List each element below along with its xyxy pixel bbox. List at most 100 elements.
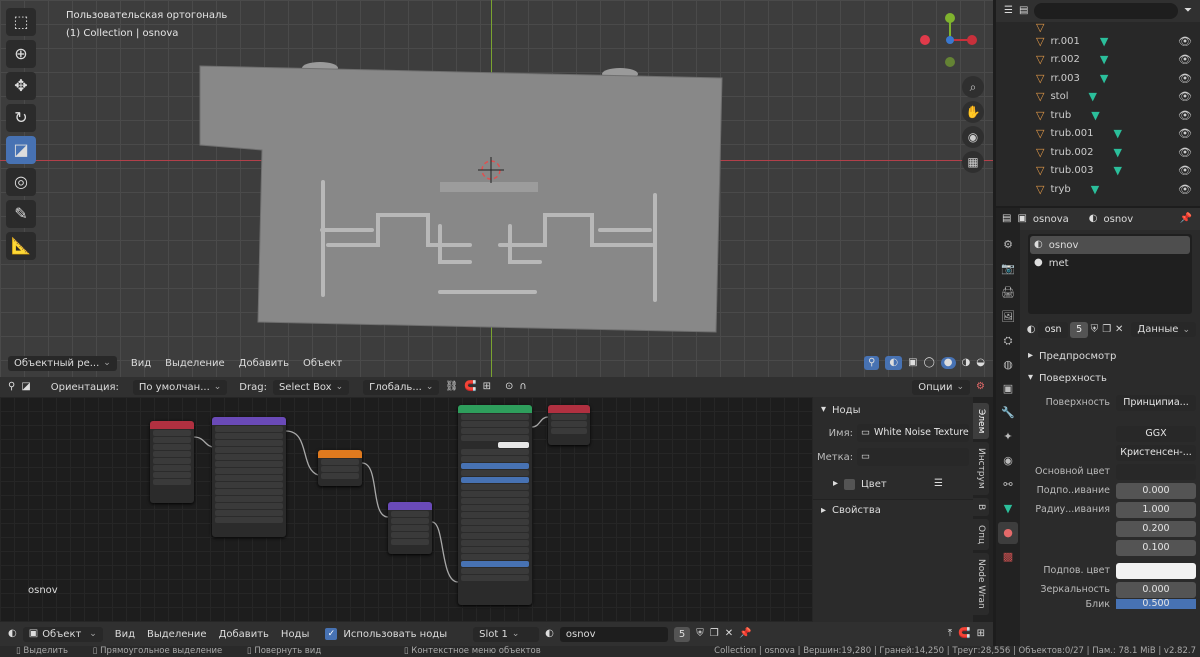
duplicate-icon[interactable]: ❐ xyxy=(710,629,719,639)
surface-shader-field[interactable]: Принципиа... xyxy=(1116,394,1196,411)
xray-icon[interactable]: ▣ xyxy=(908,358,917,368)
orientation-dropdown[interactable]: По умолчан... xyxy=(132,379,228,395)
radius-z-field[interactable]: 0.100 xyxy=(1116,539,1196,556)
preview-section[interactable]: ▸ Предпросмотр xyxy=(1020,345,1200,367)
tab-view[interactable]: В xyxy=(973,498,989,517)
specular-field[interactable]: 0.000 xyxy=(1116,581,1196,598)
options-dropdown[interactable]: Опции xyxy=(912,379,971,395)
tool-settings-icon[interactable]: ⚲ xyxy=(8,382,15,392)
filter-icon[interactable]: ▤ xyxy=(1019,6,1028,16)
mesh-object[interactable] xyxy=(0,0,993,377)
browse-material-icon[interactable]: ◐ xyxy=(545,629,554,639)
menu-select[interactable]: Выделение xyxy=(165,358,225,369)
parent-node-icon[interactable]: ⤒ xyxy=(948,629,952,639)
eye-icon[interactable]: 👁 xyxy=(1178,164,1192,177)
outliner-item[interactable]: ▽ tryb ▼ 👁 xyxy=(996,180,1200,199)
node-principled-bsdf[interactable] xyxy=(458,405,532,605)
subsurface-color-swatch[interactable] xyxy=(1116,562,1196,579)
transform-icon[interactable]: ◎ xyxy=(6,168,36,196)
nodes-panel-header[interactable]: ▾ Ноды xyxy=(813,399,973,421)
last-field[interactable]: 0.500 xyxy=(1116,599,1196,609)
outliner-item[interactable]: ▽ rr.001 ▼ 👁 xyxy=(996,32,1200,51)
pin-icon[interactable]: 📌 xyxy=(739,629,751,639)
snap-magnet-icon[interactable]: 🧲 xyxy=(464,382,476,392)
outliner-item[interactable]: ▽ stol ▼ 👁 xyxy=(996,88,1200,107)
hand-icon[interactable]: ✋ xyxy=(962,101,984,123)
outliner-item[interactable]: ▽ trub ▼ 👁 xyxy=(996,106,1200,125)
wireframe-shading-icon[interactable]: ◯ xyxy=(924,358,935,368)
radius-x-field[interactable]: 1.000 xyxy=(1116,501,1196,518)
measure-icon[interactable]: 📐 xyxy=(6,232,36,260)
shader-type-dropdown[interactable]: ▣ Объект xyxy=(22,626,103,642)
move-icon[interactable]: ✥ xyxy=(6,72,36,100)
mode-dropdown[interactable]: Объектный ре... xyxy=(8,355,117,371)
material-slot-list[interactable]: ◐ osnov ● met xyxy=(1028,234,1192,314)
overlay-icon[interactable]: ◐ xyxy=(885,356,903,370)
rendered-shading-icon[interactable]: ◒ xyxy=(976,358,985,368)
users-count[interactable]: 5 xyxy=(1070,321,1089,338)
slot-dropdown[interactable]: Slot 1 xyxy=(473,626,540,642)
object-tab-icon[interactable]: ▣ xyxy=(998,378,1018,400)
material-slot[interactable]: ● met xyxy=(1030,254,1190,272)
tab-tool[interactable]: Инструм xyxy=(973,442,989,496)
texture-tab-icon[interactable]: ▩ xyxy=(998,546,1018,568)
falloff-icon[interactable]: ∩ xyxy=(519,382,526,392)
node-material-output[interactable] xyxy=(548,405,590,445)
material-shading-icon[interactable]: ◑ xyxy=(962,358,971,368)
node-editor[interactable]: osnov xyxy=(0,397,813,622)
eye-icon[interactable]: 👁 xyxy=(1178,35,1192,48)
material-users[interactable]: 5 xyxy=(673,626,691,642)
camera-icon[interactable]: ◉ xyxy=(962,126,984,148)
browse-material-icon[interactable]: ◐ xyxy=(1024,324,1038,335)
snap-target-icon[interactable]: ⊞ xyxy=(483,382,491,392)
editor-type-icon[interactable]: ▤ xyxy=(1002,214,1011,224)
unlink-icon[interactable]: ✕ xyxy=(725,629,733,639)
physics-tab-icon[interactable]: ◉ xyxy=(998,450,1018,472)
material-name-field[interactable]: osnov xyxy=(559,626,668,642)
subsurface-field[interactable]: 0.000 xyxy=(1116,482,1196,499)
menu-select[interactable]: Выделение xyxy=(147,629,207,640)
tab-options[interactable]: Опц xyxy=(973,519,989,551)
eye-icon[interactable]: 👁 xyxy=(1178,90,1192,103)
material-slot[interactable]: ◐ osnov xyxy=(1030,236,1190,254)
menu-object[interactable]: Объект xyxy=(303,358,342,369)
funnel-icon[interactable]: ⏷ xyxy=(1184,6,1192,16)
proportional-icon[interactable]: ⊙ xyxy=(505,382,513,392)
outliner-item[interactable]: ▽ trub.001 ▼ 👁 xyxy=(996,125,1200,144)
fake-user-icon[interactable]: ⛨ xyxy=(696,629,704,639)
outliner-item[interactable]: ▽ rr.003 ▼ 👁 xyxy=(996,69,1200,88)
outliner-item[interactable]: ▽ trub.002 ▼ 👁 xyxy=(996,143,1200,162)
snap-mode-icon[interactable]: ⊞ xyxy=(977,629,985,639)
list-icon[interactable]: ☰ xyxy=(934,479,943,489)
data-dropdown[interactable]: Данные xyxy=(1131,322,1197,337)
scale-icon[interactable]: ◪ xyxy=(6,136,36,164)
outliner-item[interactable]: ▽ trub.003 ▼ 👁 xyxy=(996,162,1200,181)
tab-node-wrangler[interactable]: Node Wran xyxy=(973,553,989,616)
outliner-search[interactable] xyxy=(1034,3,1178,19)
eye-icon[interactable]: 👁 xyxy=(1178,183,1192,196)
menu-add[interactable]: Добавить xyxy=(219,629,269,640)
snap-icon[interactable]: ⚲ xyxy=(864,356,880,370)
node-mapping[interactable] xyxy=(212,417,286,537)
unlink-icon[interactable]: ✕ xyxy=(1113,324,1125,335)
3d-viewport[interactable]: Пользовательская ортогональ (1) Collecti… xyxy=(0,0,993,377)
distribution-dropdown[interactable]: GGX xyxy=(1116,425,1196,442)
select-box-icon[interactable]: ⬚ xyxy=(6,8,36,36)
render-tab-icon[interactable]: 📷 xyxy=(998,258,1018,280)
node-bump[interactable] xyxy=(388,502,432,554)
cursor-icon[interactable]: ⊕ xyxy=(6,40,36,68)
pin-icon[interactable]: 📌 xyxy=(1180,214,1192,224)
color-subpanel[interactable]: ▸ Цвет ☰ xyxy=(813,473,973,495)
properties-subpanel[interactable]: ▸ Свойства xyxy=(813,499,973,521)
menu-view[interactable]: Вид xyxy=(115,629,135,640)
modifier-tab-icon[interactable]: 🔧 xyxy=(998,402,1018,424)
solid-shading-icon[interactable]: ● xyxy=(940,357,956,369)
duplicate-icon[interactable]: ❐ xyxy=(1101,324,1113,335)
node-white-noise-texture[interactable] xyxy=(318,450,362,486)
view-layer-tab-icon[interactable]: 🖼 xyxy=(998,306,1018,328)
pivot-dropdown[interactable]: Глобаль... xyxy=(363,379,440,395)
tool-tab-icon[interactable]: ⚙ xyxy=(998,234,1018,256)
eye-icon[interactable]: 👁 xyxy=(1178,109,1192,122)
menu-add[interactable]: Добавить xyxy=(239,358,289,369)
drag-dropdown[interactable]: Select Box xyxy=(272,379,350,395)
